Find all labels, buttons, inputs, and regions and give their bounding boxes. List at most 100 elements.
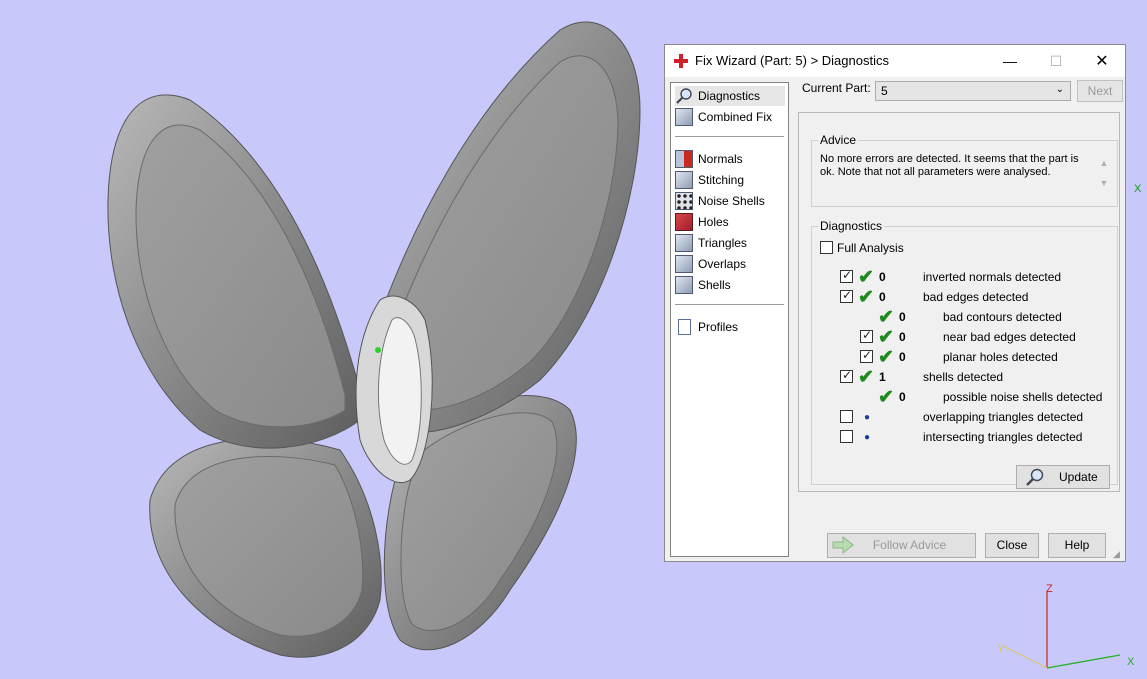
current-part-select[interactable]: 5 ⌄ [875, 81, 1071, 101]
advice-text: No more errors are detected. It seems th… [820, 153, 1079, 178]
diag-count: 0 [899, 390, 906, 404]
current-part-label: Current Part: [802, 81, 871, 95]
nav-item-overlaps[interactable]: Overlaps [675, 254, 746, 274]
full-analysis-label: Full Analysis [837, 241, 904, 255]
maximize-button[interactable]: ☐ [1033, 45, 1079, 77]
diag-label: shells detected [923, 370, 1004, 384]
title-bar[interactable]: Fix Wizard (Part: 5) > Diagnostics — ☐ ✕ [665, 45, 1125, 77]
diag-count: 0 [879, 290, 886, 304]
diag-checkbox[interactable] [840, 368, 853, 383]
diag-count: 0 [899, 350, 906, 364]
pending-dot-icon: ● [864, 432, 871, 443]
axis-z-label: Z [1046, 583, 1053, 595]
diag-count: 0 [899, 330, 906, 344]
nav-divider [675, 136, 784, 137]
nav-item-label: Holes [698, 215, 729, 229]
close-button[interactable]: Close [985, 533, 1039, 558]
diag-row-intersecting-triangles: ● intersecting triangles detected [812, 428, 1112, 446]
wizard-nav: Diagnostics Combined Fix Normals Stitchi… [670, 82, 789, 557]
diagnostics-group: Diagnostics Full Analysis ✔ 0 inverted n… [811, 219, 1118, 489]
full-analysis-checkbox[interactable] [820, 241, 833, 254]
diag-checkbox[interactable] [860, 348, 873, 363]
diag-count: 1 [879, 370, 886, 384]
document-icon [678, 319, 691, 335]
check-ok-icon: ✔ [878, 387, 894, 408]
app-cross-icon [674, 54, 688, 68]
diag-label: bad edges detected [923, 290, 1029, 304]
nav-item-label: Stitching [698, 173, 745, 187]
nav-item-holes[interactable]: Holes [675, 212, 729, 232]
current-part-value: 5 [881, 84, 888, 98]
help-button[interactable]: Help [1048, 533, 1106, 558]
follow-advice-label: Follow Advice [872, 538, 947, 552]
nav-item-diagnostics[interactable]: Diagnostics [675, 86, 785, 106]
diag-row-noise-shells: ✔ 0 possible noise shells detected [812, 387, 1112, 408]
holes-icon [675, 213, 693, 231]
close-window-button[interactable]: ✕ [1079, 45, 1125, 77]
axis-y-label: Y [997, 643, 1005, 655]
diag-row-bad-edges: ✔ 0 bad edges detected [812, 287, 1112, 308]
update-button[interactable]: Update [1016, 465, 1110, 489]
diag-label: overlapping triangles detected [923, 410, 1084, 424]
diag-checkbox[interactable] [840, 268, 853, 283]
nav-item-stitching[interactable]: Stitching [675, 170, 744, 190]
shells-icon [675, 276, 693, 294]
diag-checkbox[interactable] [840, 430, 853, 443]
magnifier-icon [676, 88, 692, 104]
update-label: Update [1059, 470, 1098, 484]
magnifier-icon [1026, 468, 1044, 486]
nav-item-label: Normals [698, 152, 743, 166]
diag-row-shells: ✔ 1 shells detected [812, 367, 1112, 388]
nav-item-combined-fix[interactable]: Combined Fix [675, 107, 772, 127]
nav-item-label: Triangles [698, 236, 747, 250]
diag-label: bad contours detected [943, 310, 1062, 324]
selection-point [375, 347, 381, 353]
diag-count: 0 [879, 270, 886, 284]
diag-checkbox[interactable] [840, 288, 853, 303]
advice-scrollbar[interactable]: ▲ ▼ [1097, 153, 1111, 197]
diag-row-inverted-normals: ✔ 0 inverted normals detected [812, 267, 1112, 288]
stitching-icon [675, 171, 693, 189]
nav-item-label: Overlaps [698, 257, 747, 271]
diag-row-planar-holes: ✔ 0 planar holes detected [812, 347, 1112, 368]
fix-wizard-dialog: Fix Wizard (Part: 5) > Diagnostics — ☐ ✕… [664, 44, 1126, 562]
diag-count: 0 [899, 310, 906, 324]
noise-shells-icon [675, 192, 693, 210]
nav-divider [675, 304, 784, 305]
nav-item-profiles[interactable]: Profiles [675, 317, 738, 337]
full-analysis-row[interactable]: Full Analysis [812, 239, 1112, 257]
nav-item-label: Profiles [698, 320, 739, 334]
diag-row-overlapping-triangles: ● overlapping triangles detected [812, 408, 1112, 426]
advice-legend: Advice [820, 133, 857, 147]
butterfly-model[interactable] [107, 21, 641, 658]
diag-row-near-bad-edges: ✔ 0 near bad edges detected [812, 327, 1112, 348]
overlaps-icon [675, 255, 693, 273]
diag-checkbox[interactable] [860, 328, 873, 343]
pending-dot-icon: ● [864, 412, 871, 423]
body-clip-inner [378, 317, 422, 465]
minimize-button[interactable]: — [987, 45, 1033, 77]
diag-checkbox[interactable] [840, 410, 853, 423]
nav-item-label: Noise Shells [698, 194, 765, 208]
axis-triad: Z X Y [997, 583, 1135, 669]
nav-item-label: Diagnostics [698, 89, 761, 103]
next-button[interactable]: Next [1077, 80, 1123, 102]
diag-label: possible noise shells detected [943, 390, 1103, 404]
nav-item-triangles[interactable]: Triangles [675, 233, 747, 253]
nav-item-label: Shells [698, 278, 731, 292]
diag-label: intersecting triangles detected [923, 430, 1083, 444]
edge-axis-x-label: X [1134, 183, 1142, 195]
axis-x-label: X [1127, 656, 1135, 668]
diag-row-bad-contours: ✔ 0 bad contours detected [812, 307, 1112, 328]
diagnostics-panel: Advice No more errors are detected. It s… [798, 112, 1120, 492]
nav-item-shells[interactable]: Shells [675, 275, 731, 295]
arrow-right-icon [832, 536, 854, 554]
diag-label: near bad edges detected [943, 330, 1076, 344]
diag-label: inverted normals detected [923, 270, 1062, 284]
follow-advice-button[interactable]: Follow Advice [827, 533, 976, 558]
advice-group: Advice No more errors are detected. It s… [811, 133, 1118, 207]
resize-grip-icon[interactable]: ◢ [1113, 549, 1123, 559]
nav-item-normals[interactable]: Normals [675, 149, 743, 169]
nav-item-noise-shells[interactable]: Noise Shells [675, 191, 765, 211]
check-ok-icon: ✔ [858, 287, 874, 308]
